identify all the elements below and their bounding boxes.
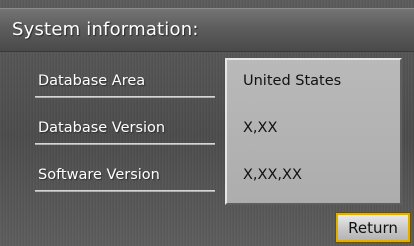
values-panel: United States X,XX X,XX,XX bbox=[225, 58, 402, 205]
database-area-value: United States bbox=[243, 73, 342, 89]
database-version-label: Database Version bbox=[38, 120, 166, 136]
database-area-label: Database Area bbox=[38, 73, 146, 89]
system-information-screen: System information: Database Area Databa… bbox=[0, 0, 414, 246]
software-version-value: X,XX,XX bbox=[243, 167, 302, 183]
software-version-underline bbox=[35, 190, 215, 192]
return-button[interactable]: Return bbox=[335, 212, 411, 243]
database-version-underline bbox=[35, 143, 215, 145]
software-version-label: Software Version bbox=[38, 167, 160, 183]
title-bar: System information: bbox=[0, 8, 414, 52]
page-title: System information: bbox=[12, 19, 199, 40]
database-version-value: X,XX bbox=[243, 120, 278, 136]
database-area-underline bbox=[35, 96, 215, 98]
